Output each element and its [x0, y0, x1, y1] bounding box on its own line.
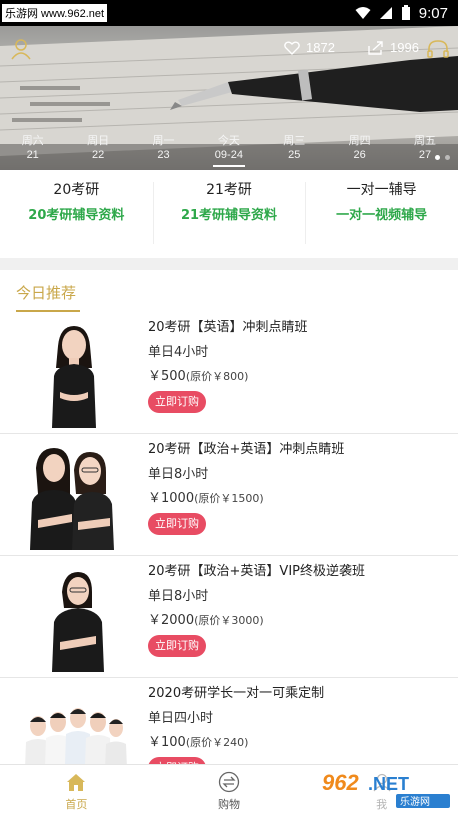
- date-item[interactable]: 周一 23: [131, 134, 196, 170]
- carousel-indicator: [435, 155, 450, 160]
- course-price-value: ￥2000: [148, 613, 195, 628]
- category-title: 一对一辅导: [346, 182, 417, 198]
- date-item[interactable]: 周三 25: [262, 134, 327, 170]
- course-name: 20考研【政治+英语】冲刺点睛班: [148, 442, 345, 457]
- date-item[interactable]: 周日 22: [65, 134, 130, 170]
- order-button[interactable]: 立即订购: [148, 513, 206, 535]
- date-weekday: 周三: [283, 135, 306, 147]
- date-weekday: 周四: [348, 135, 371, 147]
- teacher-photo[interactable]: [16, 318, 130, 428]
- course-item[interactable]: 20考研【英语】冲刺点睛班 单日4小时 ￥500(原价￥800) 立即订购: [0, 312, 458, 434]
- home-icon: [67, 774, 86, 791]
- course-item[interactable]: 20考研【政治+英语】冲刺点睛班 单日8小时 ￥1000(原价￥1500) 立即…: [0, 434, 458, 556]
- date-item[interactable]: 周五 27: [392, 134, 457, 170]
- svg-text:.NET: .NET: [368, 774, 409, 794]
- date-day: 25: [288, 149, 301, 161]
- course-hours: 单日4小时: [148, 345, 209, 360]
- category-subtitle: 20考研辅导资料: [28, 208, 125, 223]
- date-day: 23: [157, 149, 170, 161]
- order-button[interactable]: 立即订购: [148, 391, 206, 413]
- course-price: ￥500(原价￥800): [148, 367, 308, 387]
- course-price-value: ￥1000: [148, 491, 195, 506]
- carousel-dot[interactable]: [445, 155, 450, 160]
- user-icon[interactable]: [10, 38, 32, 60]
- banner[interactable]: 1872 1996 周六 21 周日 22 周一 23 今天 09-24 周三 25 周四…: [0, 26, 458, 170]
- course-original-price: (原价￥240): [185, 736, 249, 749]
- teacher-photo[interactable]: [16, 440, 130, 550]
- course-price: ￥2000(原价￥3000): [148, 611, 365, 631]
- date-item[interactable]: 周四 26: [327, 134, 392, 170]
- status-icons: 9:07: [355, 5, 448, 22]
- date-strip: 周六 21 周日 22 周一 23 今天 09-24 周三 25 周四 26 周五 27: [0, 134, 458, 170]
- svg-text:962: 962: [322, 770, 359, 795]
- app-screen: 乐游网 www.962.net 9:07 1872 1996 周六 21 周日 …: [0, 0, 458, 815]
- battery-icon: [401, 5, 410, 20]
- shares-count: 1996: [390, 40, 419, 55]
- course-price: ￥100(原价￥240): [148, 733, 324, 753]
- course-hours: 单日四小时: [148, 711, 214, 726]
- svg-text:乐游网: 乐游网: [400, 795, 430, 808]
- course-original-price: (原价￥3000): [194, 614, 264, 627]
- site-watermark-logo: 962 .NET 乐游网: [316, 768, 454, 810]
- course-name: 2020考研学长一对一可乘定制: [148, 686, 325, 701]
- date-day: 26: [353, 149, 366, 161]
- date-weekday: 周五: [414, 135, 437, 147]
- headset-icon[interactable]: [426, 38, 450, 62]
- nav-home-label: 首页: [65, 798, 88, 811]
- course-hours: 单日8小时: [148, 589, 209, 604]
- heart-icon: [284, 41, 300, 55]
- banner-top-bar: 1872 1996: [0, 26, 458, 76]
- nav-shopping-label: 购物: [218, 798, 240, 811]
- status-bar: 乐游网 www.962.net 9:07: [0, 0, 458, 26]
- course-original-price: (原价￥1500): [194, 492, 264, 505]
- category-one-on-one[interactable]: 一对一辅导 一对一视频辅导: [305, 170, 458, 258]
- course-name: 20考研【政治+英语】VIP终极逆袭班: [148, 564, 366, 579]
- likes-count: 1872: [306, 40, 335, 55]
- date-item-today[interactable]: 今天 09-24: [196, 134, 261, 170]
- site-watermark-label: 乐游网 www.962.net: [2, 4, 108, 22]
- course-item[interactable]: 20考研【政治+英语】VIP终极逆袭班 单日8小时 ￥2000(原价￥3000)…: [0, 556, 458, 678]
- category-21-kaoyan[interactable]: 21考研 21考研辅导资料: [152, 170, 306, 258]
- course-price-value: ￥500: [148, 369, 186, 384]
- category-title: 21考研: [206, 182, 252, 198]
- course-info: 20考研【英语】冲刺点睛班 单日4小时 ￥500(原价￥800) 立即订购: [148, 318, 308, 413]
- course-hours: 单日8小时: [148, 467, 209, 482]
- nav-shopping[interactable]: 购物: [153, 765, 306, 815]
- likes-counter[interactable]: 1872: [284, 40, 335, 55]
- date-weekday: 周一: [152, 135, 175, 147]
- status-time: 9:07: [418, 4, 448, 22]
- wifi-icon: [355, 7, 371, 19]
- date-day: 21: [26, 149, 39, 161]
- carousel-dot-active[interactable]: [435, 155, 440, 160]
- course-info: 20考研【政治+英语】冲刺点睛班 单日8小时 ￥1000(原价￥1500) 立即…: [148, 440, 344, 535]
- signal-icon: [379, 7, 392, 19]
- teacher-photo[interactable]: [16, 562, 130, 672]
- course-price: ￥1000(原价￥1500): [148, 489, 344, 509]
- date-weekday: 今天: [217, 135, 240, 147]
- category-title: 20考研: [53, 182, 100, 198]
- nav-home[interactable]: 首页: [0, 765, 153, 815]
- course-info: 20考研【政治+英语】VIP终极逆袭班 单日8小时 ￥2000(原价￥3000)…: [148, 562, 365, 657]
- category-bar: 20考研 20考研辅导资料 21考研 21考研辅导资料 一对一辅导 一对一视频辅…: [0, 170, 458, 258]
- section-divider: [0, 258, 458, 270]
- date-day: 09-24: [214, 149, 243, 161]
- exchange-icon: [218, 771, 240, 793]
- order-button[interactable]: 立即订购: [148, 635, 206, 657]
- course-original-price: (原价￥800): [185, 370, 249, 383]
- category-20-kaoyan[interactable]: 20考研 20考研辅导资料: [0, 170, 153, 258]
- category-subtitle: 21考研辅导资料: [180, 208, 278, 223]
- category-subtitle: 一对一视频辅导: [336, 208, 428, 223]
- share-counter[interactable]: 1996: [368, 40, 419, 55]
- date-weekday: 周日: [87, 135, 110, 147]
- course-name: 20考研【英语】冲刺点睛班: [148, 320, 308, 335]
- course-price-value: ￥100: [148, 735, 186, 750]
- recommend-title: 今日推荐: [16, 284, 77, 302]
- date-weekday: 周六: [21, 135, 44, 147]
- date-day: 22: [91, 149, 105, 161]
- share-icon: [368, 40, 383, 55]
- date-item[interactable]: 周六 21: [0, 134, 65, 170]
